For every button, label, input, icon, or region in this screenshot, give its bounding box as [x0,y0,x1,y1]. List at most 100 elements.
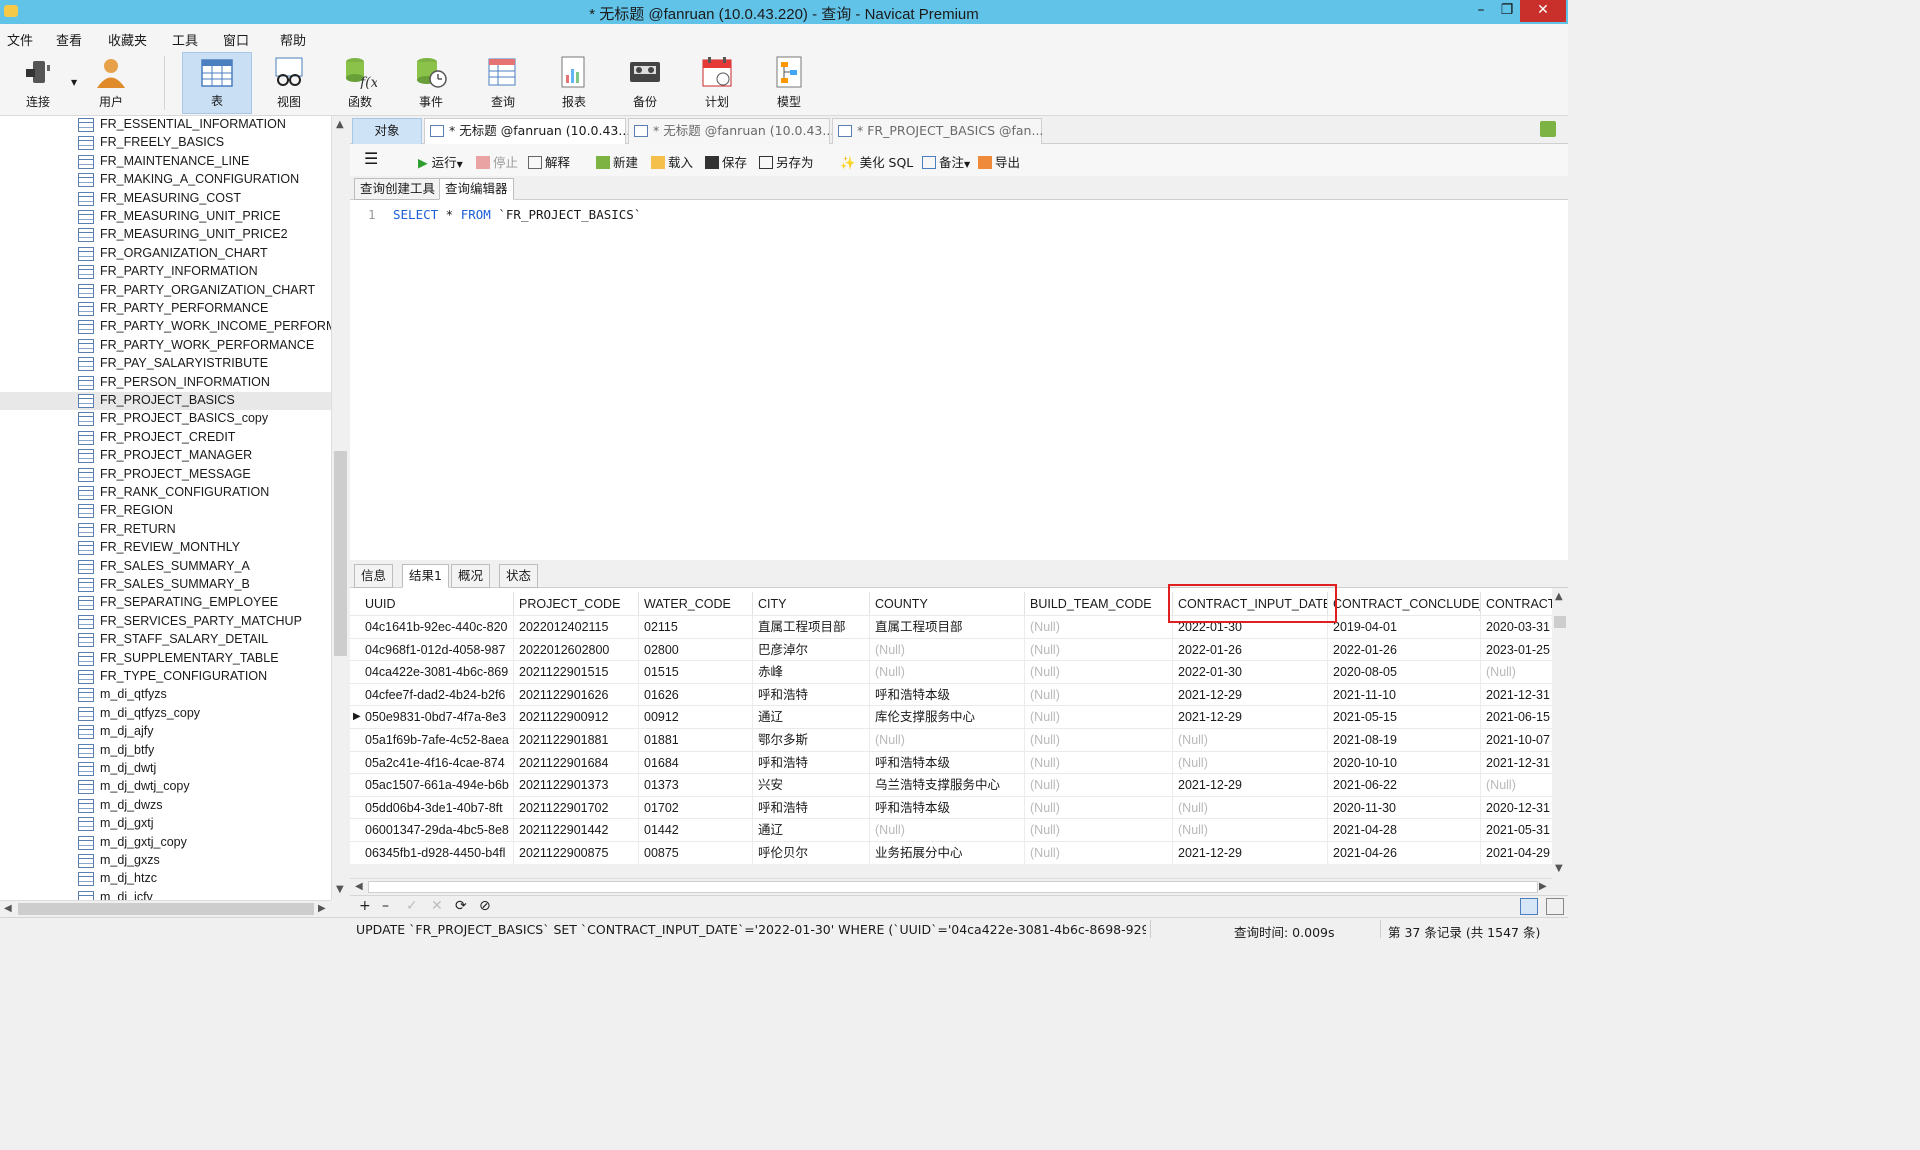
table-cell[interactable]: 06001347-29da-4bc5-8e8 [360,819,514,842]
table-cell[interactable]: 2019-04-01 [1328,616,1481,638]
table-cell[interactable]: 呼和浩特 [753,751,870,774]
table-cell[interactable]: 2021122901442 [514,819,639,842]
sql-code[interactable]: SELECT * FROM `FR_PROJECT_BASICS` [393,207,641,222]
table-cell[interactable]: (Null) [1025,729,1173,751]
tree-item-table[interactable]: FR_ESSENTIAL_INFORMATION [0,116,331,134]
new-query-button[interactable]: 新建 [596,152,638,171]
scroll-up-icon[interactable]: ▲ [1555,591,1563,602]
table-row[interactable]: 06001347-29da-4bc5-8e8 2021122901442 01442… [350,818,1552,842]
discard-changes-icon[interactable]: ✕ [431,898,443,914]
refresh-icon[interactable]: ⟳ [455,898,467,914]
table-row[interactable]: 05dd06b4-3de1-40b7-8ft 2021122901702 01702… [350,795,1552,819]
table-row[interactable]: 05a2c41e-4f16-4cae-874 2021122901684 01684… [350,750,1552,774]
tab-query-builder[interactable]: 查询创建工具 [354,178,442,200]
scroll-left-icon[interactable]: ◀ [355,881,363,892]
scroll-down-icon[interactable]: ▼ [336,884,344,895]
table-cell[interactable]: 00912 [639,706,753,729]
table-cell[interactable]: 05dd06b4-3de1-40b7-8ft [360,796,514,819]
menu-window[interactable]: 窗口 [223,30,249,49]
stop-query-icon[interactable]: ⊘ [479,898,491,914]
tab-objects[interactable]: 对象 [352,118,422,144]
table-cell[interactable]: 库伦支撑服务中心 [870,706,1025,729]
table-cell[interactable]: (Null) [1173,796,1328,819]
table-cell[interactable]: 业务拓展分中心 [870,842,1025,864]
tree-item-table[interactable]: FR_PAY_SALARYISTRIBUTE [0,355,331,373]
tree-item-table[interactable]: FR_MAKING_A_CONFIGURATION [0,171,331,189]
table-cell[interactable]: 2021-12-31 [1481,684,1552,706]
tree-item-table[interactable]: FR_REGION [0,502,331,520]
table-cell[interactable]: 2021-08-19 [1328,729,1481,751]
report-button[interactable]: 报表 [541,52,607,114]
tree-item-table[interactable]: FR_MEASURING_UNIT_PRICE [0,208,331,226]
table-cell[interactable]: 直属工程项目部 [753,616,870,638]
table-cell[interactable]: 04c1641b-92ec-440c-820 [360,616,514,638]
table-cell[interactable]: 鄂尔多斯 [753,729,870,751]
table-cell[interactable]: 05a1f69b-7afe-4c52-8aea [360,729,514,751]
table-row[interactable]: 06345fb1-d928-4450-b4fl 2021122900875 0087… [350,841,1552,864]
table-row[interactable]: 04c1641b-92ec-440c-820 2022012402115 02115… [350,615,1552,638]
tree-item-table[interactable]: FR_PERSON_INFORMATION [0,374,331,392]
table-cell[interactable]: 06345fb1-d928-4450-b4fl [360,842,514,864]
table-cell[interactable]: 直属工程项目部 [870,616,1025,638]
grid-view-icon[interactable] [1520,898,1538,915]
scroll-left-icon[interactable]: ◀ [4,903,12,914]
table-cell[interactable]: 01881 [639,729,753,751]
table-cell[interactable]: (Null) [1025,706,1173,729]
column-header[interactable]: UUID [360,592,514,616]
tree-item-table[interactable]: FR_PARTY_PERFORMANCE [0,300,331,318]
tree-item-table[interactable]: FR_PARTY_ORGANIZATION_CHART [0,282,331,300]
event-button[interactable]: 事件 [398,52,464,114]
table-cell[interactable]: 2020-03-31 [1481,616,1552,638]
table-cell[interactable]: (Null) [870,638,1025,661]
schedule-button[interactable]: 计划 [684,52,750,114]
table-cell[interactable]: 2021-10-07 [1481,729,1552,751]
tree-item-table[interactable]: m_dj_btfy [0,742,331,760]
scroll-up-icon[interactable]: ▲ [336,119,344,130]
table-cell[interactable]: 通辽 [753,819,870,842]
table-cell[interactable]: (Null) [1025,774,1173,797]
table-cell[interactable]: 呼和浩特本级 [870,751,1025,774]
table-cell[interactable]: (Null) [870,729,1025,751]
table-cell[interactable]: (Null) [1025,683,1173,706]
table-button[interactable]: 表 [182,52,252,114]
grid-horizontal-scrollbar[interactable]: ◀ ▶ [350,878,1552,895]
table-cell[interactable]: (Null) [1481,661,1552,683]
column-header[interactable]: BUILD_TEAM_CODE [1025,592,1173,616]
table-cell[interactable]: 2021-04-26 [1328,842,1481,864]
model-button[interactable]: 模型 [756,52,822,114]
tree-item-table[interactable]: FR_PARTY_WORK_INCOME_PERFORMA [0,318,345,336]
table-cell[interactable]: 乌兰浩特支撑服务中心 [870,774,1025,797]
table-cell[interactable]: 05a2c41e-4f16-4cae-874 [360,751,514,774]
table-cell[interactable]: 2021122900912 [514,706,639,729]
save-as-button[interactable]: 另存为 [759,152,814,171]
table-cell[interactable]: 2020-10-10 [1328,751,1481,774]
table-cell[interactable]: 2021-12-29 [1173,706,1328,729]
table-cell[interactable]: (Null) [1481,774,1552,796]
table-cell[interactable]: 兴安 [753,774,870,797]
close-button[interactable]: ✕ [1520,0,1566,22]
table-cell[interactable]: 2021-06-15 [1481,706,1552,728]
table-cell[interactable]: 01684 [639,751,753,774]
view-button[interactable]: 视图 [256,52,322,114]
grid-scroll-thumb[interactable] [1554,616,1566,628]
beautify-sql-button[interactable]: ✨ 美化 SQL [840,152,913,171]
menu-favorites[interactable]: 收藏夹 [108,30,147,49]
tree-item-table[interactable]: FR_MEASURING_COST [0,190,331,208]
table-cell[interactable]: 2021122901626 [514,683,639,706]
function-button[interactable]: f(x) 函数 [327,52,393,114]
table-cell[interactable]: 2021122901702 [514,796,639,819]
table-cell[interactable]: (Null) [1025,796,1173,819]
form-view-icon[interactable] [1546,898,1564,915]
table-cell[interactable]: 2021122901373 [514,774,639,797]
table-row[interactable]: 04ca422e-3081-4b6c-869 2021122901515 01515… [350,660,1552,684]
tree-item-table[interactable]: FR_SUPPLEMENTARY_TABLE [0,650,331,668]
save-button[interactable]: 保存 [705,152,747,171]
connect-button[interactable]: 连接 [5,52,71,114]
tree-item-table[interactable]: FR_REVIEW_MONTHLY [0,539,331,557]
tree-item-table[interactable]: FR_ORGANIZATION_CHART [0,245,331,263]
column-header[interactable]: CITY [753,592,870,616]
table-cell[interactable]: (Null) [1173,819,1328,842]
tree-item-table[interactable]: FR_MEASURING_UNIT_PRICE2 [0,226,331,244]
tab-result1[interactable]: 结果1 [402,564,449,588]
table-cell[interactable]: 2021122900875 [514,842,639,864]
